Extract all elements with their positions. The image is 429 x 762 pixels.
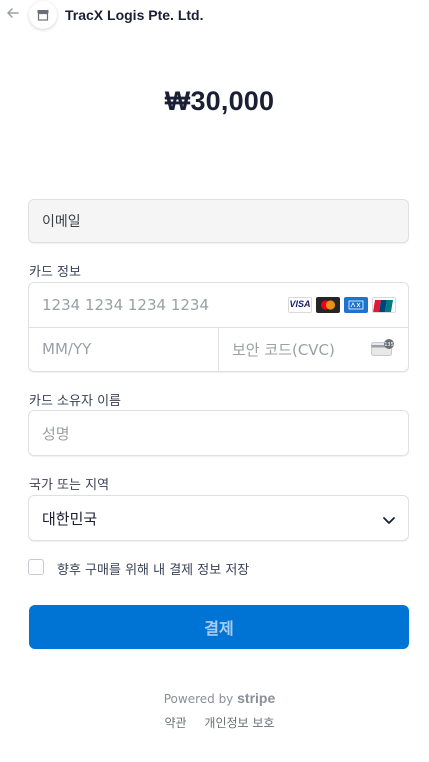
pay-button[interactable]: 결제 <box>29 605 409 649</box>
card-info-group: 1234 1234 1234 1234 VISA MM/YY 보안 코드(CVC… <box>28 282 409 372</box>
header: TracX Logis Pte. Ltd. <box>0 0 429 32</box>
merchant-name: TracX Logis Pte. Ltd. <box>65 7 204 23</box>
payment-amount: ₩30,000 <box>164 86 275 116</box>
email-field[interactable]: 이메일 <box>28 199 409 243</box>
privacy-link[interactable]: 개인정보 보호 <box>204 716 274 730</box>
expiry-input[interactable]: MM/YY <box>29 327 218 371</box>
pay-button-label: 결제 <box>204 619 234 638</box>
cardholder-name-input[interactable]: 성명 <box>28 410 409 456</box>
country-value: 대한민국 <box>42 509 98 528</box>
card-row-divider <box>218 327 219 371</box>
powered-by-text: Powered by <box>163 692 234 706</box>
country-select[interactable]: 대한민국 <box>28 495 409 541</box>
name-placeholder: 성명 <box>42 424 70 443</box>
stripe-logo: stripe <box>237 690 276 706</box>
terms-link[interactable]: 약관 <box>165 716 187 730</box>
card-brand-logos: VISA <box>288 297 396 313</box>
cvc-card-icon: 135 <box>371 339 395 361</box>
svg-text:135: 135 <box>384 342 394 348</box>
card-number-input[interactable]: 1234 1234 1234 1234 VISA <box>29 283 408 328</box>
cardholder-name-label: 카드 소유자 이름 <box>29 394 121 409</box>
email-placeholder: 이메일 <box>42 214 81 230</box>
amex-icon <box>344 297 368 313</box>
cvc-placeholder: 보안 코드(CVC) <box>232 340 335 359</box>
powered-by-stripe[interactable]: Powered by stripe <box>0 690 429 706</box>
expiry-placeholder: MM/YY <box>42 340 92 358</box>
cvc-input[interactable]: 보안 코드(CVC) 135 <box>219 327 408 371</box>
back-arrow-icon[interactable] <box>6 6 22 22</box>
save-info-label[interactable]: 향후 구매를 위해 내 결제 정보 저장 <box>57 559 249 578</box>
chevron-down-icon <box>382 512 396 531</box>
save-info-checkbox[interactable] <box>28 559 44 575</box>
unionpay-icon <box>372 297 396 313</box>
card-number-placeholder: 1234 1234 1234 1234 <box>42 296 209 314</box>
mastercard-icon <box>316 297 340 313</box>
country-label: 국가 또는 지역 <box>29 478 110 493</box>
footer-links: 약관 개인정보 보호 <box>0 714 429 731</box>
card-info-label: 카드 정보 <box>29 265 81 280</box>
checkout-page: TracX Logis Pte. Ltd. ₩30,000 이메일 카드 정보 … <box>0 0 429 762</box>
store-icon <box>37 10 49 21</box>
merchant-logo <box>29 1 57 29</box>
visa-icon: VISA <box>288 297 312 313</box>
